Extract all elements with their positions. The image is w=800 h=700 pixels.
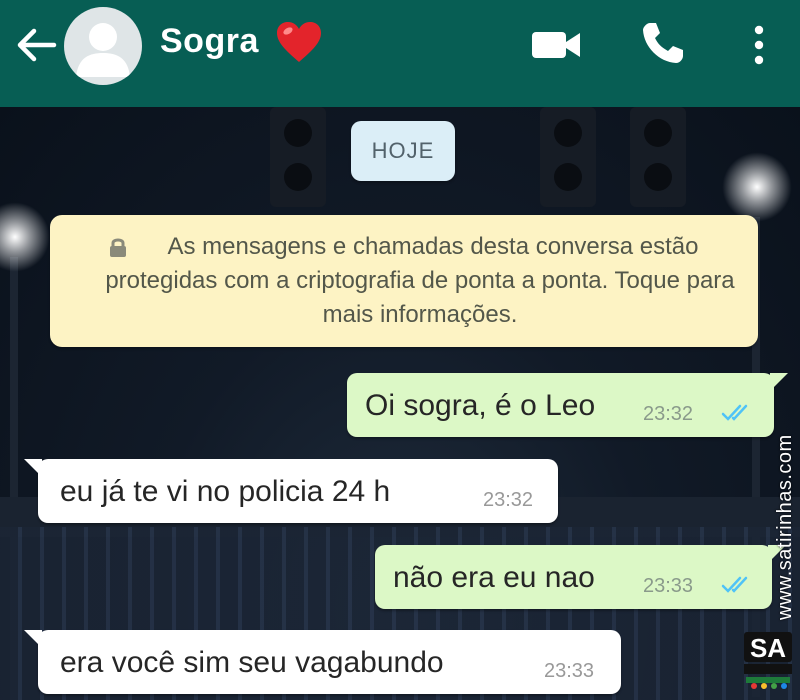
phone-icon[interactable]	[640, 20, 686, 66]
message-bubble-incoming[interactable]: eu já te vi no policia 24 h 23:32	[38, 459, 558, 523]
default-avatar-icon	[76, 23, 130, 77]
contact-name[interactable]: Sogra	[160, 22, 259, 61]
svg-text:SA: SA	[750, 633, 786, 663]
arrow-left-icon[interactable]	[14, 25, 58, 65]
encryption-notice[interactable]: As mensagens e chamadas desta conversa e…	[50, 215, 758, 347]
encryption-notice-text: As mensagens e chamadas desta conversa e…	[105, 233, 735, 328]
message-text: eu já te vi no policia 24 h	[60, 475, 391, 508]
message-bubble-outgoing[interactable]: Oi sogra, é o Leo 23:32	[347, 373, 774, 437]
message-text: Oi sogra, é o Leo	[365, 389, 596, 422]
message-text: era você sim seu vagabundo	[60, 646, 444, 679]
bubble-tail	[770, 373, 788, 391]
read-ticks-icon	[721, 576, 748, 593]
message-time: 23:32	[483, 489, 534, 511]
red-heart-emoji	[277, 22, 321, 62]
read-ticks-icon	[721, 404, 748, 421]
video-call-icon[interactable]	[532, 30, 582, 60]
message-time: 23:32	[643, 403, 694, 425]
message-bubble-outgoing[interactable]: não era eu nao 23:33	[375, 545, 772, 609]
message-text: não era eu nao	[393, 561, 595, 594]
message-bubble-incoming[interactable]: era você sim seu vagabundo 23:33	[38, 630, 621, 694]
message-time: 23:33	[643, 575, 694, 597]
bubble-tail	[24, 459, 42, 477]
bubble-tail	[24, 630, 42, 648]
avatar[interactable]	[64, 7, 142, 85]
satirinhas-logo: SA	[744, 632, 792, 689]
lock-icon	[110, 238, 126, 257]
chat-screen: Sogra HOJE As mensagens e chamadas desta…	[0, 0, 800, 700]
date-chip: HOJE	[351, 121, 455, 181]
more-vertical-icon[interactable]	[748, 24, 770, 66]
watermark: www.satirinhas.com	[772, 430, 796, 620]
chat-header: Sogra	[0, 0, 800, 107]
message-time: 23:33	[544, 660, 595, 682]
watermark-text: www.satirinhas.com	[774, 434, 796, 620]
